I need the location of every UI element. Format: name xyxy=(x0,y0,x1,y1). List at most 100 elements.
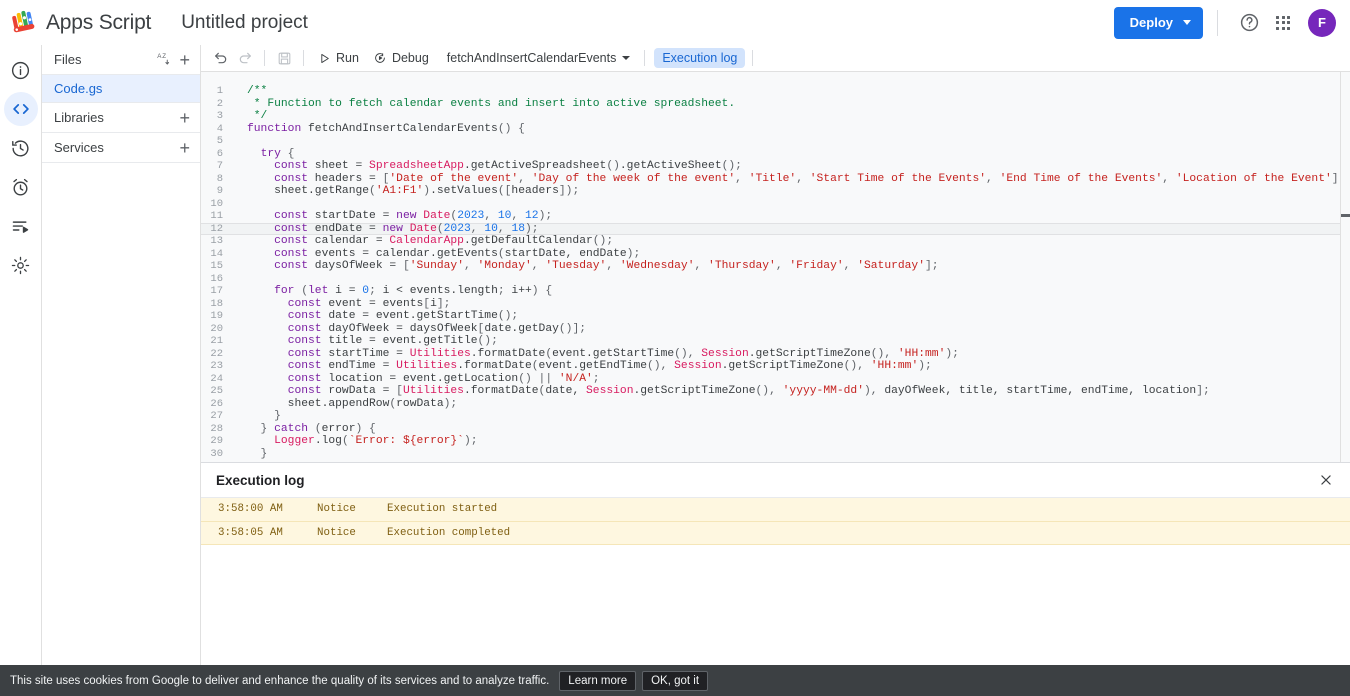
code-text: * Function to fetch calendar events and … xyxy=(243,98,735,111)
save-disk-icon[interactable] xyxy=(272,47,296,69)
debug-button[interactable]: Debug xyxy=(366,49,436,67)
sidebar-item-triggers[interactable] xyxy=(4,170,38,204)
code-line[interactable]: 30 } xyxy=(201,448,1340,461)
line-number: 1 xyxy=(201,85,233,98)
line-number: 5 xyxy=(201,135,233,148)
code-line[interactable]: 18 const event = events[i]; xyxy=(201,298,1340,311)
sidebar-item-editor[interactable] xyxy=(4,92,38,126)
code-line[interactable]: 14 const events = calendar.getEvents(sta… xyxy=(201,248,1340,261)
scrollbar-thumb[interactable] xyxy=(1341,214,1350,217)
code-text: const rowData = [Utilities.formatDate(da… xyxy=(243,385,1210,398)
code-line[interactable]: 20 const dayOfWeek = daysOfWeek[date.get… xyxy=(201,323,1340,336)
code-line[interactable]: 29 Logger.log(`Error: ${error}`); xyxy=(201,435,1340,448)
code-text: const sheet = SpreadsheetApp.getActiveSp… xyxy=(243,160,742,173)
redo-icon[interactable] xyxy=(233,47,257,69)
code-line[interactable]: 17 for (let i = 0; i < events.length; i+… xyxy=(201,285,1340,298)
libraries-row[interactable]: Libraries + xyxy=(42,103,200,133)
code-text: } xyxy=(243,410,281,423)
learn-more-button[interactable]: Learn more xyxy=(559,671,636,691)
code-editor[interactable]: 1/**2 * Function to fetch calendar event… xyxy=(201,72,1340,462)
line-number: 7 xyxy=(201,160,233,173)
apps-grid-icon[interactable] xyxy=(1266,6,1300,40)
code-line[interactable]: 2 * Function to fetch calendar events an… xyxy=(201,98,1340,111)
editor-vertical-scrollbar[interactable] xyxy=(1340,72,1350,462)
line-number: 14 xyxy=(201,248,233,261)
code-line[interactable]: 23 const endTime = Utilities.formatDate(… xyxy=(201,360,1340,373)
code-line[interactable]: 24 const location = event.getLocation() … xyxy=(201,373,1340,386)
sidebar-item-executions-history[interactable] xyxy=(4,131,38,165)
function-selector[interactable]: fetchAndInsertCalendarEvents xyxy=(440,49,638,67)
sort-az-icon[interactable]: A Z xyxy=(156,51,171,69)
undo-icon[interactable] xyxy=(209,47,233,69)
code-line[interactable]: 15 const daysOfWeek = ['Sunday', 'Monday… xyxy=(201,260,1340,273)
code-line[interactable]: 4function fetchAndInsertCalendarEvents()… xyxy=(201,123,1340,136)
deploy-button[interactable]: Deploy xyxy=(1114,7,1203,39)
code-line[interactable]: 28 } catch (error) { xyxy=(201,423,1340,436)
file-item-code-gs[interactable]: Code.gs xyxy=(42,75,200,103)
code-text: } xyxy=(243,448,267,461)
code-line[interactable]: 3 */ xyxy=(201,110,1340,123)
apps-script-logo[interactable] xyxy=(4,10,44,36)
log-time-cell: 3:58:00 AM xyxy=(201,503,317,515)
add-file-button[interactable]: + xyxy=(179,51,190,69)
accept-cookies-button[interactable]: OK, got it xyxy=(642,671,708,691)
log-message-cell: Execution started xyxy=(387,503,1350,515)
line-number: 21 xyxy=(201,335,233,348)
code-line[interactable]: 12 const endDate = new Date(2023, 10, 18… xyxy=(201,223,1340,236)
line-number: 26 xyxy=(201,398,233,411)
code-line[interactable]: 22 const startTime = Utilities.formatDat… xyxy=(201,348,1340,361)
files-panel: Files A Z + Code.gs Libraries + Services xyxy=(42,45,201,696)
sidebar-item-overview[interactable] xyxy=(4,53,38,87)
code-text: const title = event.getTitle(); xyxy=(243,335,498,348)
code-line[interactable]: 1/** xyxy=(201,85,1340,98)
code-text: const endDate = new Date(2023, 10, 18); xyxy=(243,223,539,236)
code-lines[interactable]: 1/**2 * Function to fetch calendar event… xyxy=(201,72,1340,460)
avatar[interactable]: F xyxy=(1308,9,1336,37)
add-service-button[interactable]: + xyxy=(179,139,190,157)
files-label: Files xyxy=(54,52,156,67)
editor-toolbar: Run Debug fetchAndInsertCalendarEvents E… xyxy=(201,45,1350,72)
code-line[interactable]: 7 const sheet = SpreadsheetApp.getActive… xyxy=(201,160,1340,173)
add-library-button[interactable]: + xyxy=(179,109,190,127)
code-line[interactable]: 6 try { xyxy=(201,148,1340,161)
sidebar-item-executions[interactable] xyxy=(4,209,38,243)
code-line[interactable]: 21 const title = event.getTitle(); xyxy=(201,335,1340,348)
line-number: 16 xyxy=(201,273,233,286)
code-line[interactable]: 25 const rowData = [Utilities.formatDate… xyxy=(201,385,1340,398)
code-line[interactable]: 5 xyxy=(201,135,1340,148)
services-row[interactable]: Services + xyxy=(42,133,200,163)
log-severity-cell: Notice xyxy=(317,503,387,515)
line-number: 15 xyxy=(201,260,233,273)
code-line[interactable]: 19 const date = event.getStartTime(); xyxy=(201,310,1340,323)
code-line[interactable]: 11 const startDate = new Date(2023, 10, … xyxy=(201,210,1340,223)
close-icon[interactable] xyxy=(1312,466,1340,494)
line-number: 11 xyxy=(201,210,233,223)
code-text: const dayOfWeek = daysOfWeek[date.getDay… xyxy=(243,323,586,336)
help-circle-icon[interactable] xyxy=(1232,6,1266,40)
brand-name[interactable]: Apps Script xyxy=(46,11,151,35)
code-line[interactable]: 26 sheet.appendRow(rowData); xyxy=(201,398,1340,411)
code-line[interactable]: 8 const headers = ['Date of the event', … xyxy=(201,173,1340,186)
code-line[interactable]: 16 xyxy=(201,273,1340,286)
apps-script-window: Apps Script Untitled project Deploy F xyxy=(0,0,1350,696)
line-number: 29 xyxy=(201,435,233,448)
code-line[interactable]: 27 } xyxy=(201,410,1340,423)
line-number: 13 xyxy=(201,235,233,248)
line-number: 2 xyxy=(201,98,233,111)
line-number: 24 xyxy=(201,373,233,386)
toolbar-divider xyxy=(1217,10,1218,36)
toolbar-separator-3 xyxy=(644,50,645,66)
debug-label: Debug xyxy=(392,51,429,65)
code-text: Logger.log(`Error: ${error}`); xyxy=(243,435,478,448)
project-title[interactable]: Untitled project xyxy=(177,10,312,36)
code-text: const calendar = CalendarApp.getDefaultC… xyxy=(243,235,613,248)
sidebar-item-settings[interactable] xyxy=(4,248,38,282)
toolbar-separator-2 xyxy=(303,50,304,66)
code-line[interactable]: 9 sheet.getRange('A1:F1').setValues([hea… xyxy=(201,185,1340,198)
code-line[interactable]: 10 xyxy=(201,198,1340,211)
code-line[interactable]: 13 const calendar = CalendarApp.getDefau… xyxy=(201,235,1340,248)
code-text: const daysOfWeek = ['Sunday', 'Monday', … xyxy=(243,260,939,273)
execution-log-tab[interactable]: Execution log xyxy=(654,48,745,68)
run-button[interactable]: Run xyxy=(311,49,366,67)
chevron-down-icon xyxy=(1183,20,1191,25)
